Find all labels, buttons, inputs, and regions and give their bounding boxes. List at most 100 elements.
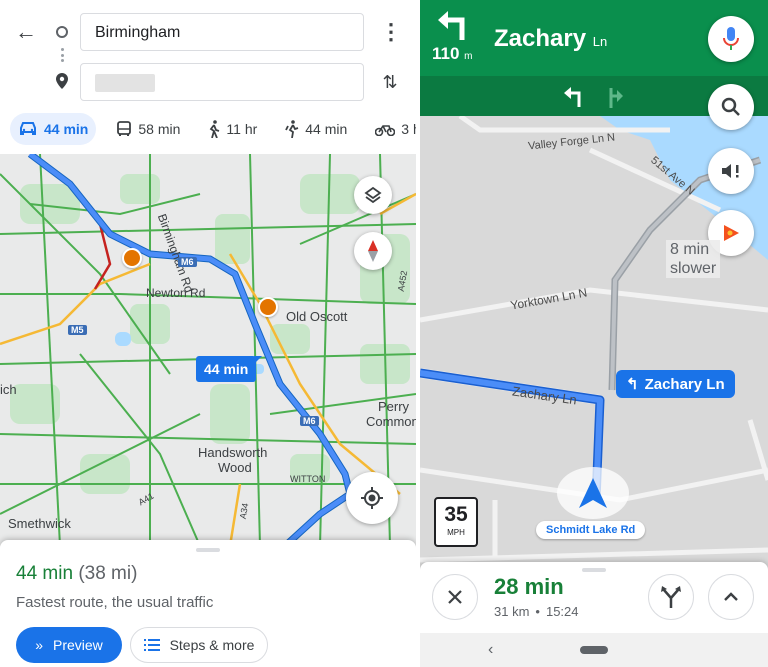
route-duration: 44 min xyxy=(16,563,74,584)
route-time-callout[interactable]: 44 min xyxy=(196,356,263,382)
road-tag-m6: M6 xyxy=(178,257,197,267)
mode-rideshare-time: 44 min xyxy=(305,121,348,137)
turn-distance: 110 m xyxy=(432,44,473,64)
fork-routes-icon xyxy=(661,586,681,608)
car-icon xyxy=(20,122,36,135)
alternate-route-label[interactable]: 8 min slower xyxy=(666,240,721,278)
trip-sheet-handle[interactable] xyxy=(582,568,606,572)
alternate-route-status: slower xyxy=(670,260,717,277)
list-icon xyxy=(143,639,160,651)
destination-input[interactable] xyxy=(80,63,364,101)
trip-remaining-distance: 31 km xyxy=(494,604,530,619)
compass-button[interactable] xyxy=(354,232,392,270)
destination-pin-icon xyxy=(56,73,68,89)
map-label-ich: ich xyxy=(0,382,17,397)
map-label-handsworth: Handsworth xyxy=(198,445,268,460)
travel-mode-bar: 44 min 58 min 11 hr 44 min 3 hr xyxy=(0,112,416,146)
mode-walking[interactable]: 11 hr xyxy=(200,113,265,145)
steps-label: Steps & more xyxy=(169,637,255,653)
close-icon xyxy=(448,590,462,604)
current-location-marker xyxy=(557,467,629,519)
mode-transit[interactable]: 58 min xyxy=(108,113,188,145)
next-street-name: Zachary xyxy=(494,25,587,52)
my-location-icon xyxy=(361,487,383,509)
system-back-icon[interactable]: ‹ xyxy=(488,641,493,659)
trip-summary-bar[interactable]: 28 min 31 km • 15:24 xyxy=(420,562,768,633)
preview-label: Preview xyxy=(53,637,103,653)
speed-limit-sign: 35 MPH xyxy=(434,497,478,547)
current-road-label: Schmidt Lake Rd xyxy=(536,521,646,539)
speed-limit-value: 35 xyxy=(444,503,468,526)
voice-search-button[interactable] xyxy=(708,16,754,62)
origin-text: Birmingham xyxy=(95,24,181,41)
mode-rideshare[interactable]: 44 min xyxy=(277,113,355,145)
alternate-routes-button[interactable] xyxy=(648,574,694,620)
directions-screen: ← Birmingham ⋮ ⇅ 44 min 58 min 11 hr 44 … xyxy=(0,0,416,667)
next-turn-bubble: ↰ Zachary Ln xyxy=(616,370,735,398)
next-street: Zachary Ln xyxy=(494,25,607,53)
turn-distance-value: 110 xyxy=(432,44,460,63)
trip-details: 31 km • 15:24 xyxy=(494,604,579,619)
map-label-wood: Wood xyxy=(218,460,252,475)
preview-button[interactable]: » Preview xyxy=(16,627,122,663)
system-nav-bar: ‹ xyxy=(420,633,768,667)
map-label-old-oscott: Old Oscott xyxy=(286,309,348,324)
route-eta: 44 min (38 mi) xyxy=(16,563,137,585)
mode-cycling[interactable]: 3 hr xyxy=(367,113,416,145)
mode-driving-time: 44 min xyxy=(44,121,89,137)
my-location-button[interactable] xyxy=(346,472,398,524)
microphone-icon xyxy=(723,27,739,50)
system-home-pill[interactable] xyxy=(580,646,608,654)
turn-left-arrow-icon xyxy=(438,11,465,40)
trip-remaining-time: 28 min xyxy=(494,574,564,599)
route-overview-map[interactable]: Birmingham Rd Newton Rd Old Oscott Perry… xyxy=(0,154,416,546)
back-arrow-icon[interactable]: ← xyxy=(12,18,40,46)
lane-straight-right-icon xyxy=(609,88,623,108)
speaker-alert-icon xyxy=(722,164,739,178)
mode-driving[interactable]: 44 min xyxy=(10,113,97,145)
more-options-icon[interactable]: ⋮ xyxy=(380,18,402,46)
route-dots-icon xyxy=(61,48,64,62)
compass-icon xyxy=(368,240,378,262)
map-label-perry: Perry xyxy=(378,399,410,414)
route-description: Fastest route, the usual traffic xyxy=(16,594,214,611)
layers-button[interactable] xyxy=(354,176,392,214)
map-label-smethwick: Smethwick xyxy=(8,516,71,531)
origin-input[interactable]: Birmingham xyxy=(80,13,364,51)
next-turn-street: Zachary Ln xyxy=(644,375,725,393)
map-label-newton-rd: Newton Rd xyxy=(146,286,206,300)
turn-left-small-icon: ↰ xyxy=(626,376,639,393)
road-tag-m5: M5 xyxy=(68,325,87,335)
mode-cycling-time: 3 hr xyxy=(401,121,416,137)
screenshot-root: ← Birmingham ⋮ ⇅ 44 min 58 min 11 hr 44 … xyxy=(0,0,768,667)
route-distance: (38 mi) xyxy=(78,563,138,584)
speed-limit-unit: MPH xyxy=(447,528,465,537)
steps-button[interactable]: Steps & more xyxy=(130,627,268,663)
speed-camera-icon[interactable] xyxy=(258,297,278,317)
road-tag-m6-south: M6 xyxy=(300,416,319,426)
speed-camera-icon[interactable] xyxy=(122,248,142,268)
sheet-drag-handle[interactable] xyxy=(196,548,220,552)
sound-button[interactable] xyxy=(708,148,754,194)
search-icon xyxy=(721,97,740,116)
route-summary-sheet[interactable]: 44 min (38 mi) Fastest route, the usual … xyxy=(0,540,416,667)
expand-trip-button[interactable] xyxy=(708,574,754,620)
destination-redacted xyxy=(95,74,155,92)
bus-icon xyxy=(117,121,132,136)
play-music-icon xyxy=(724,225,739,241)
swap-icon[interactable]: ⇅ xyxy=(378,70,402,94)
search-button[interactable] xyxy=(708,84,754,130)
navigation-screen: Valley Forge Ln N 51st Ave N Yorktown Ln… xyxy=(420,0,768,667)
next-street-suffix: Ln xyxy=(592,34,608,49)
origin-circle-icon xyxy=(56,26,68,38)
lane-left-icon xyxy=(564,87,581,107)
rideshare-icon xyxy=(285,120,299,138)
walk-icon xyxy=(210,120,220,138)
map-label-common: Common xyxy=(366,414,416,429)
turn-distance-unit: m xyxy=(464,51,473,62)
exit-navigation-button[interactable] xyxy=(432,574,478,620)
mode-walking-time: 11 hr xyxy=(226,121,258,137)
trip-arrival-time: 15:24 xyxy=(545,604,579,619)
layers-icon xyxy=(364,186,382,204)
navigation-arrow-icon xyxy=(579,478,607,508)
